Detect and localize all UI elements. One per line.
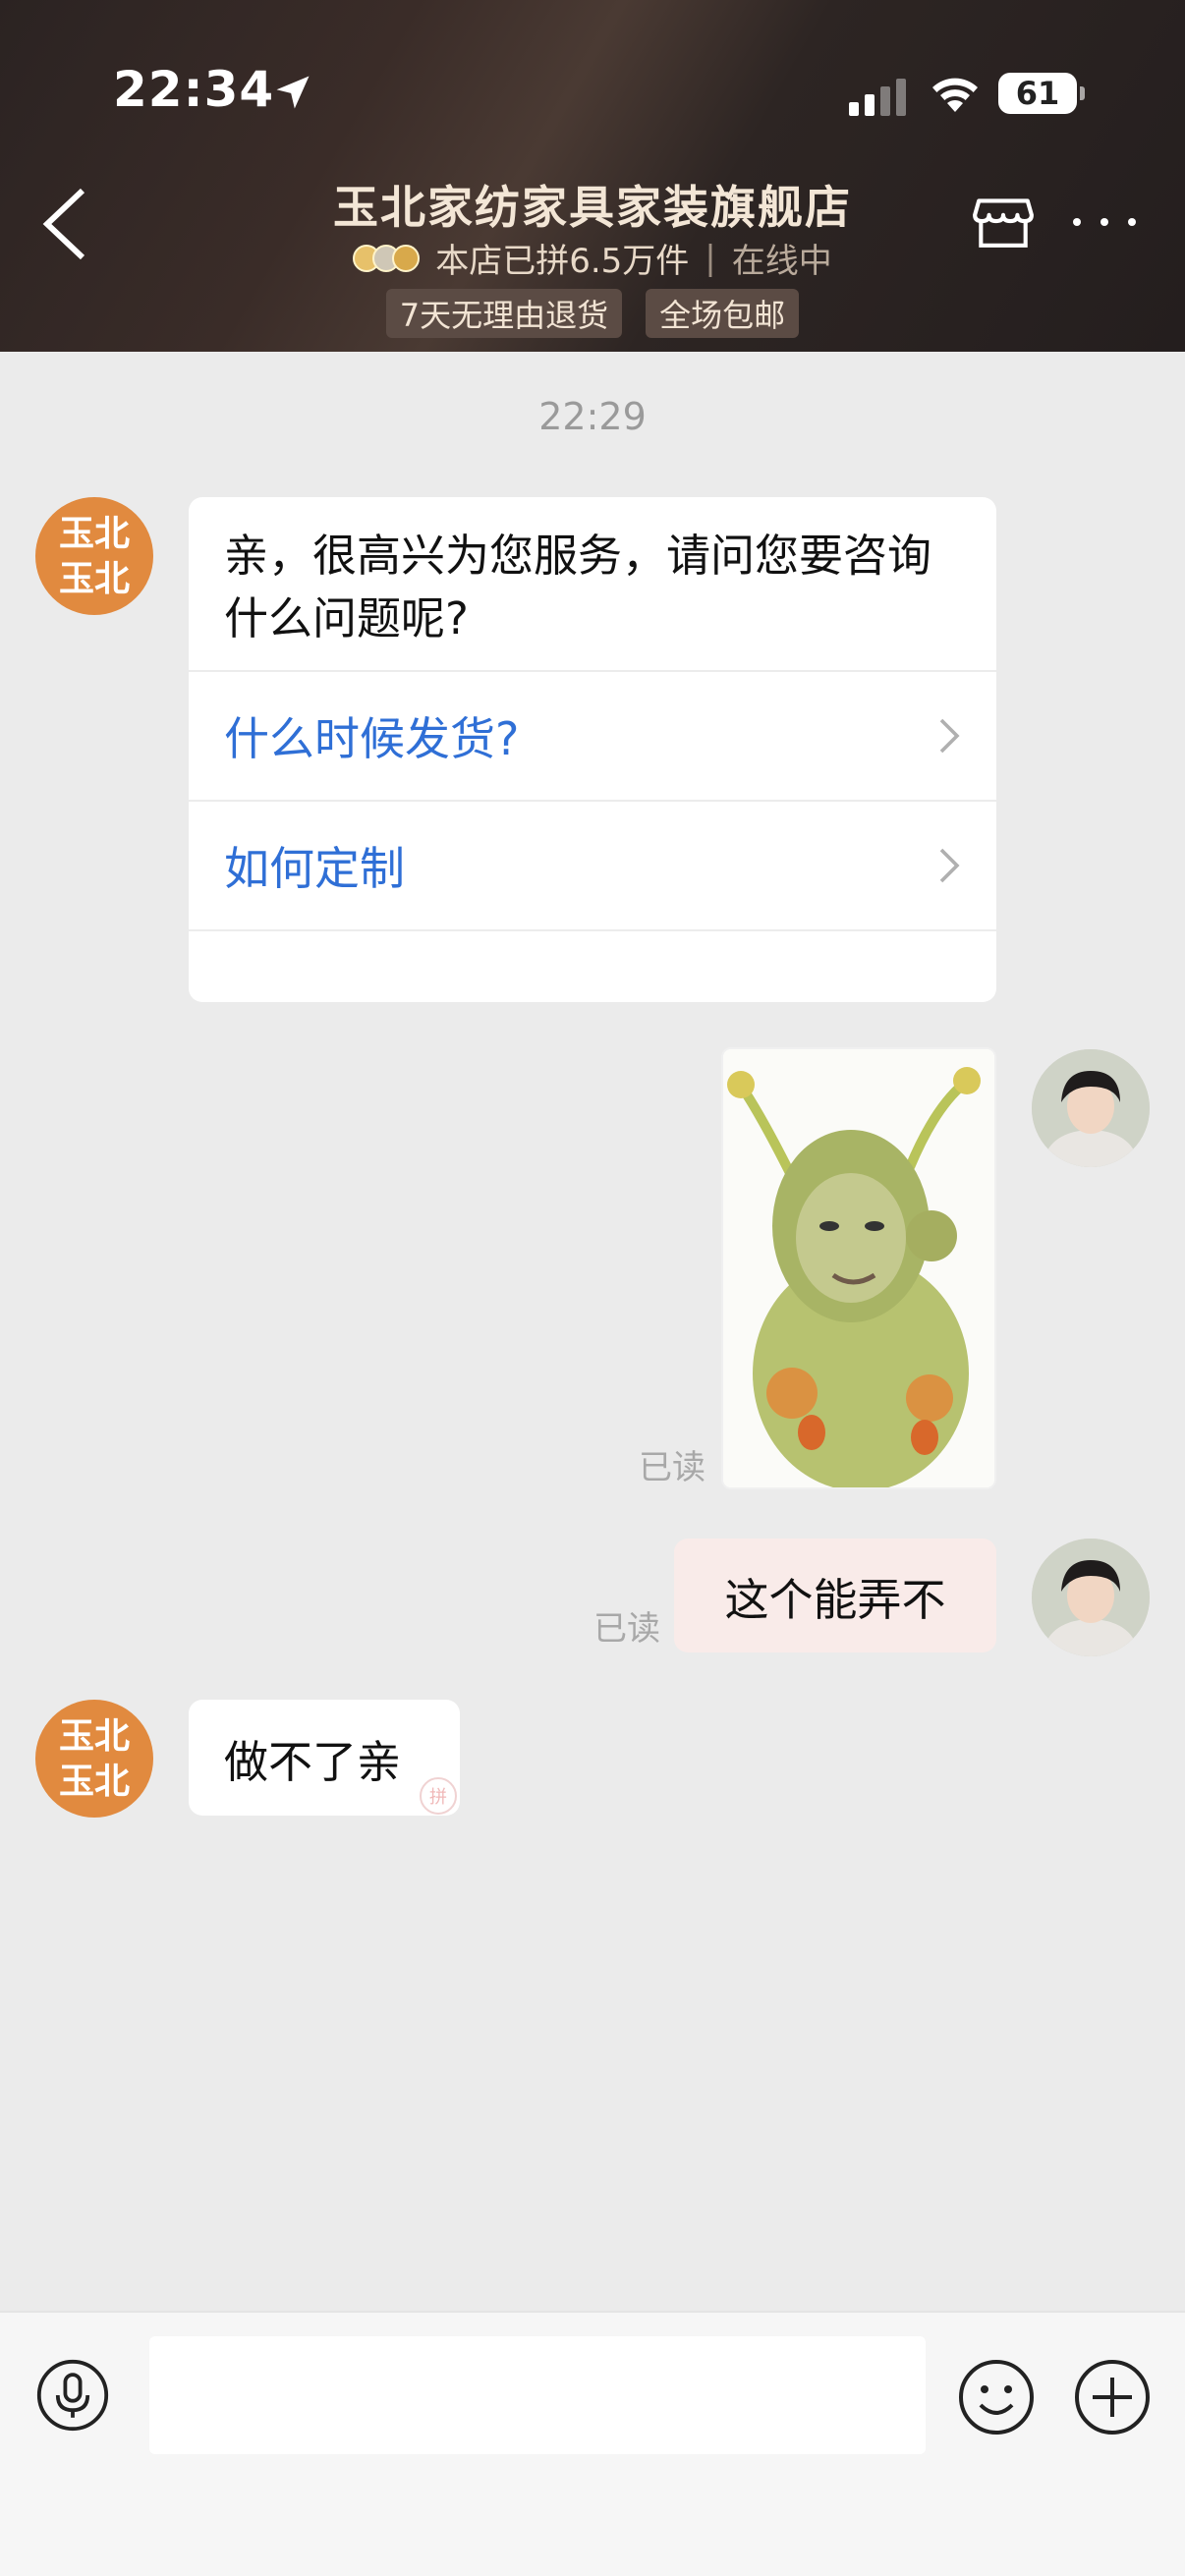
avatar-text-line: 玉北: [58, 558, 130, 599]
chat-timestamp: 22:29: [538, 395, 647, 438]
user-photo-icon: [1032, 1539, 1150, 1656]
quick-question-customize[interactable]: 如何定制: [189, 800, 996, 929]
read-receipt: 已读: [639, 1448, 705, 1487]
caterpillar-sticker-icon: [723, 1049, 994, 1487]
location-arrow-icon: [276, 76, 310, 109]
greeting-text: 亲，很高兴为您服务，请问您要咨询什么问题呢?: [224, 530, 932, 644]
status-time: 22:34: [113, 61, 275, 118]
cellular-signal-icon: [849, 77, 906, 116]
coins-icon: [353, 244, 421, 272]
input-bar: [0, 2311, 1185, 2576]
welcome-message-card: 亲，很高兴为您服务，请问您要咨询什么问题呢? 什么时候发货? 如何定制: [189, 497, 996, 1002]
chevron-right-icon: [939, 848, 960, 883]
pin-badge-text: 拼: [429, 1787, 447, 1808]
shop-avatar[interactable]: 玉北 玉北: [35, 497, 153, 615]
pin-badge-icon: 拼: [420, 1777, 457, 1815]
online-status: 在线中: [731, 242, 832, 281]
status-bar: 22:34 61: [0, 0, 1185, 196]
shop-avatar[interactable]: 玉北 玉北: [35, 1700, 153, 1818]
store-icon[interactable]: [971, 189, 1036, 253]
battery-indicator: 61: [998, 73, 1085, 114]
read-receipt: 已读: [593, 1609, 660, 1649]
sales-count: 本店已拼6.5万件: [435, 242, 690, 281]
service-tags: 7天无理由退货 全场包邮: [0, 289, 1185, 338]
user-photo-icon: [1032, 1049, 1150, 1167]
wifi-icon: [932, 78, 978, 112]
plus-icon[interactable]: [1073, 2358, 1152, 2436]
chat-header: 22:34 61 玉北家纺家具家装旗舰店 本店已拼6.5万件 | 在线中 7天无…: [0, 0, 1185, 352]
quick-question-shipping[interactable]: 什么时候发货?: [189, 670, 996, 800]
sticker-image-message[interactable]: [721, 1047, 996, 1489]
user-text-message[interactable]: 这个能弄不: [674, 1539, 996, 1652]
emoji-icon[interactable]: [957, 2358, 1036, 2436]
message-input[interactable]: [149, 2336, 926, 2454]
tag-free-shipping: 全场包邮: [646, 289, 800, 338]
chevron-right-icon: [939, 718, 960, 754]
avatar-text-line: 玉北: [58, 1761, 130, 1802]
microphone-icon[interactable]: [35, 2358, 110, 2433]
quick-question-label: 如何定制: [224, 842, 405, 895]
tag-return: 7天无理由退货: [385, 289, 623, 338]
avatar-text-line: 玉北: [58, 513, 130, 554]
card-more-row: [189, 929, 996, 998]
quick-question-label: 什么时候发货?: [224, 712, 520, 765]
avatar-text-line: 玉北: [58, 1715, 130, 1757]
subtitle-separator: |: [705, 238, 716, 278]
user-avatar[interactable]: [1032, 1049, 1150, 1167]
user-avatar[interactable]: [1032, 1539, 1150, 1656]
more-options-icon[interactable]: [1073, 212, 1136, 232]
